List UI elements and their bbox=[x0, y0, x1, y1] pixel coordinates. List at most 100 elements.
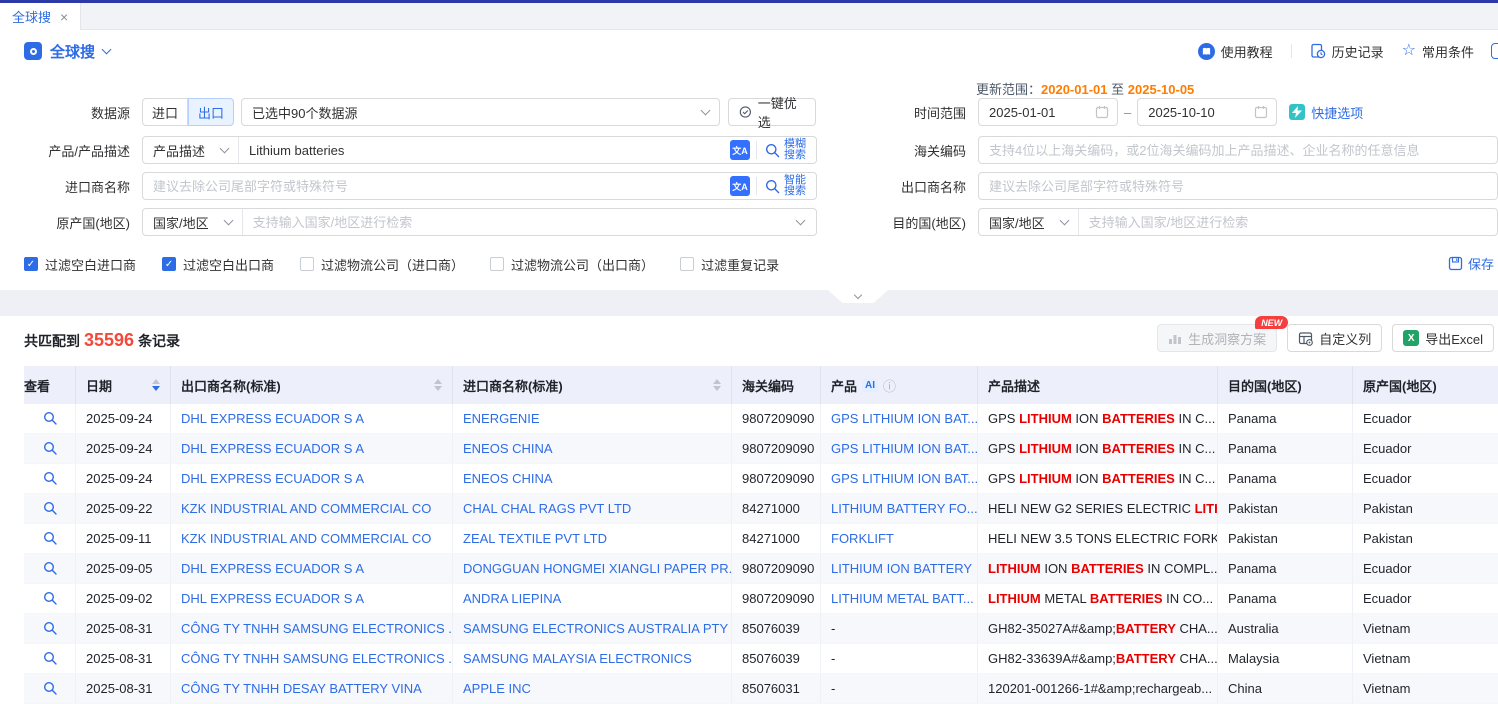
translate-icon[interactable]: 文A bbox=[730, 140, 750, 160]
origin-input[interactable] bbox=[243, 209, 789, 235]
origin-cell: Vietnam bbox=[1353, 674, 1498, 704]
export-toggle[interactable]: 出口 bbox=[188, 98, 234, 126]
exporter-link[interactable]: DHL EXPRESS ECUADOR S A bbox=[181, 561, 364, 576]
importer-link[interactable]: ANDRA LIEPINA bbox=[463, 591, 561, 606]
description-cell: HELI NEW G2 SERIES ELECTRIC LITHI... bbox=[978, 494, 1218, 524]
close-icon[interactable]: × bbox=[60, 9, 68, 25]
exporter-link[interactable]: DHL EXPRESS ECUADOR S A bbox=[181, 471, 364, 486]
filter-checkbox-4[interactable]: ✓过滤重复记录 bbox=[680, 255, 779, 274]
checkbox-unchecked-icon[interactable]: ✓ bbox=[680, 257, 694, 271]
importer-cell: APPLE INC bbox=[453, 674, 732, 704]
chart-icon bbox=[1168, 332, 1182, 345]
importer-label: 进口商名称 bbox=[0, 177, 130, 196]
collapse-form-button[interactable] bbox=[828, 290, 888, 303]
importer-link[interactable]: SAMSUNG ELECTRONICS AUSTRALIA PTY bbox=[463, 621, 728, 636]
filter-checkbox-0[interactable]: ✓过滤空白进口商 bbox=[24, 255, 136, 274]
chevron-down-icon bbox=[223, 216, 233, 226]
importer-link[interactable]: CHAL CHAL RAGS PVT LTD bbox=[463, 501, 631, 516]
view-details-button[interactable] bbox=[43, 619, 57, 635]
one-click-optimize-button[interactable]: 一键优选 bbox=[728, 98, 816, 126]
history-link[interactable]: 历史记录 bbox=[1310, 42, 1384, 61]
origin-cell: Vietnam bbox=[1353, 614, 1498, 644]
view-details-button[interactable] bbox=[43, 679, 57, 695]
favorites-link[interactable]: ☆ 常用条件 bbox=[1402, 42, 1474, 61]
view-details-button[interactable] bbox=[43, 559, 57, 575]
filter-checkbox-3[interactable]: ✓过滤物流公司（出口商） bbox=[490, 255, 654, 274]
exporter-link[interactable]: DHL EXPRESS ECUADOR S A bbox=[181, 411, 364, 426]
importer-link[interactable]: SAMSUNG MALAYSIA ELECTRONICS bbox=[463, 651, 692, 666]
quick-options-link[interactable]: 快捷选项 bbox=[1289, 103, 1363, 122]
exporter-input[interactable] bbox=[979, 173, 1497, 199]
column-header-3[interactable]: 进口商名称(标准) bbox=[453, 366, 732, 404]
view-details-button[interactable] bbox=[43, 409, 57, 425]
import-toggle[interactable]: 进口 bbox=[142, 98, 188, 126]
checkbox-checked-icon[interactable]: ✓ bbox=[24, 257, 38, 271]
filter-checkbox-1[interactable]: ✓过滤空白出口商 bbox=[162, 255, 274, 274]
importer-link[interactable]: DONGGUAN HONGMEI XIANGLI PAPER PR... bbox=[463, 561, 732, 576]
export-excel-button[interactable]: X 导出Excel bbox=[1392, 324, 1494, 352]
view-details-button[interactable] bbox=[43, 529, 57, 545]
exporter-link[interactable]: CÔNG TY TNHH SAMSUNG ELECTRONICS ... bbox=[181, 621, 453, 636]
importer-link[interactable]: ZEAL TEXTILE PVT LTD bbox=[463, 531, 607, 546]
end-date-input[interactable] bbox=[1138, 99, 1254, 125]
check-circle-icon bbox=[739, 105, 752, 119]
fuzzy-search-button[interactable]: 模糊搜索 bbox=[757, 139, 816, 161]
sort-carets[interactable] bbox=[152, 379, 160, 391]
calendar-icon[interactable] bbox=[1254, 105, 1268, 119]
column-header-1[interactable]: 日期 bbox=[76, 366, 171, 404]
exporter-link[interactable]: DHL EXPRESS ECUADOR S A bbox=[181, 441, 364, 456]
origin-type-select[interactable]: 国家/地区 bbox=[143, 209, 243, 235]
exporter-link[interactable]: CÔNG TY TNHH DESAY BATTERY VINA bbox=[181, 681, 422, 696]
results-panel: 共匹配到35596条记录 生成洞察方案 NEW 自定义列 X 导出Excel 查… bbox=[0, 316, 1498, 704]
importer-link[interactable]: ENEOS CHINA bbox=[463, 471, 553, 486]
product-cell: GPS LITHIUM ION BAT... bbox=[821, 464, 978, 494]
product-cell: - bbox=[821, 614, 978, 644]
chevron-down-icon[interactable] bbox=[102, 45, 112, 55]
start-date-input[interactable] bbox=[979, 99, 1095, 125]
customize-columns-button[interactable]: 自定义列 bbox=[1287, 324, 1382, 352]
tab-global-search[interactable]: 全球搜 × bbox=[0, 3, 81, 30]
datasource-select[interactable]: 已选中90个数据源 bbox=[241, 98, 720, 126]
hs-code-row: 海关编码 bbox=[836, 136, 1498, 164]
translate-icon[interactable]: 文A bbox=[730, 176, 750, 196]
destination-type-select[interactable]: 国家/地区 bbox=[979, 209, 1079, 235]
exporter-link[interactable]: DHL EXPRESS ECUADOR S A bbox=[181, 591, 364, 606]
smart-search-button[interactable]: 智能搜索 bbox=[757, 175, 816, 197]
generate-insight-button[interactable]: 生成洞察方案 NEW bbox=[1157, 324, 1277, 352]
importer-link[interactable]: ENEOS CHINA bbox=[463, 441, 553, 456]
product-type-select[interactable]: 产品描述 bbox=[143, 137, 239, 163]
hs-code-input[interactable] bbox=[979, 137, 1497, 163]
importer-link[interactable]: APPLE INC bbox=[463, 681, 531, 696]
exporter-link[interactable]: KZK INDUSTRIAL AND COMMERCIAL CO bbox=[181, 501, 431, 516]
sort-carets[interactable] bbox=[713, 379, 721, 391]
view-details-button[interactable] bbox=[43, 469, 57, 485]
product-input[interactable] bbox=[239, 137, 724, 163]
hs-code-cell: 85076039 bbox=[732, 644, 821, 674]
importer-link[interactable]: ENERGENIE bbox=[463, 411, 540, 426]
view-cell bbox=[24, 404, 76, 434]
checkbox-checked-icon[interactable]: ✓ bbox=[162, 257, 176, 271]
search-icon bbox=[765, 143, 780, 158]
view-details-button[interactable] bbox=[43, 499, 57, 515]
checkbox-unchecked-icon[interactable]: ✓ bbox=[490, 257, 504, 271]
sort-carets[interactable] bbox=[434, 379, 442, 391]
column-header-2[interactable]: 出口商名称(标准) bbox=[171, 366, 453, 404]
checkbox-unchecked-icon[interactable]: ✓ bbox=[300, 257, 314, 271]
save-conditions-link[interactable]: 保存 bbox=[1448, 254, 1494, 273]
exporter-link[interactable]: KZK INDUSTRIAL AND COMMERCIAL CO bbox=[181, 531, 431, 546]
calendar-icon[interactable] bbox=[1095, 105, 1109, 119]
description-cell: LITHIUM ION BATTERIES IN COMPL... bbox=[978, 554, 1218, 584]
view-details-button[interactable] bbox=[43, 439, 57, 455]
exporter-link[interactable]: CÔNG TY TNHH SAMSUNG ELECTRONICS ... bbox=[181, 651, 453, 666]
filter-checkbox-2[interactable]: ✓过滤物流公司（进口商） bbox=[300, 255, 464, 274]
exporter-cell: KZK INDUSTRIAL AND COMMERCIAL CO bbox=[171, 524, 453, 554]
view-details-button[interactable] bbox=[43, 649, 57, 665]
importer-input[interactable] bbox=[143, 173, 724, 199]
view-details-button[interactable] bbox=[43, 589, 57, 605]
tutorial-link[interactable]: 使用教程 bbox=[1198, 42, 1273, 61]
exporter-cell: DHL EXPRESS ECUADOR S A bbox=[171, 464, 453, 494]
destination-input[interactable] bbox=[1079, 209, 1497, 235]
destination-cell: Panama bbox=[1218, 584, 1353, 614]
view-cell bbox=[24, 464, 76, 494]
info-icon[interactable]: ⓘ bbox=[883, 376, 896, 395]
